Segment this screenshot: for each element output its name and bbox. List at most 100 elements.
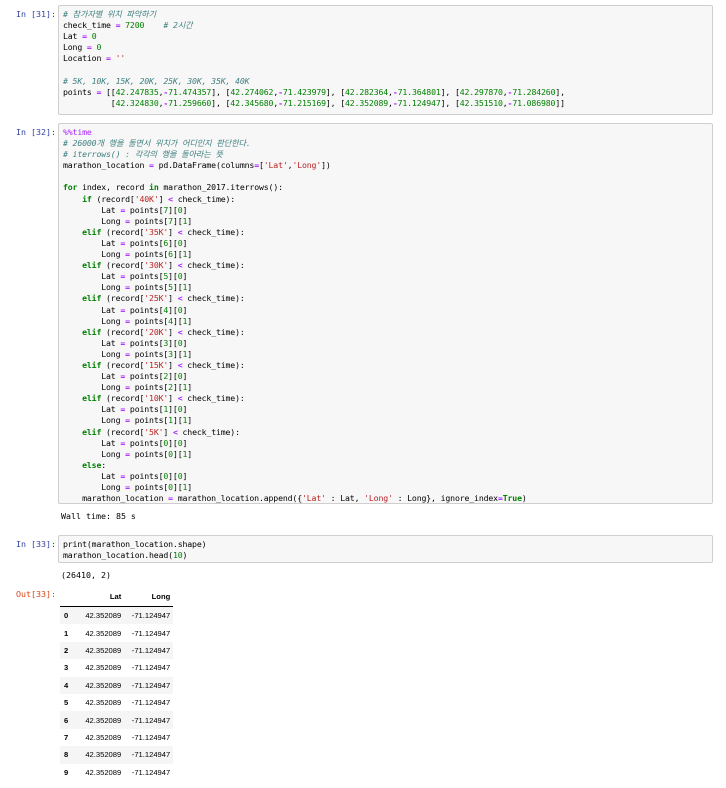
table-row: 6 42.352089 -71.124947 [60,711,174,729]
code-line[interactable]: Lat = points[3][0] [63,338,187,348]
table-row: 4 42.352089 -71.124947 [60,676,174,694]
code-line[interactable]: points = [[42.247835,-71.474357], [42.27… [63,87,565,97]
row-index: 1 [64,628,69,638]
code-line[interactable]: Long = points[1][1] [63,415,192,425]
code-line[interactable]: Lat = points[5][0] [63,271,187,281]
table-row: 3 42.352089 -71.124947 [60,659,173,676]
output-prompt: Out[33]: [16,589,56,599]
row-index: 3 [64,663,69,673]
row-index: 8 [64,750,69,760]
table-body: 0 42.352089 -71.124947 1 42.352089 -71.124947… [60,606,174,781]
column-header-long: Long [124,586,174,607]
cell-lat: 42.352089 [85,645,122,655]
code-line[interactable]: Location = '' [63,53,125,63]
cell-stdout: (26410, 2) [61,570,111,580]
code-line[interactable]: Long = points[0][1] [63,449,192,459]
code-line[interactable]: Lat = points[0][0] [63,438,187,448]
code-line[interactable]: %%time [63,127,92,137]
cell-lat: 42.352089 [85,715,122,725]
input-prompt: In [33]: [16,539,56,549]
dataframe-table: Lat Long 0 42.352089 -71.124947 1 42.352089-… [60,586,174,781]
table-row: 5 42.352089 -71.124947 [60,694,173,711]
cell-lat: 42.352089 [85,698,122,708]
code-line[interactable]: Lat = points[7][0] [63,205,187,215]
code-line[interactable]: elif (record['10K'] < check_time): [63,393,245,403]
code-editor[interactable]: %%time # 26000개 행을 돌면서 위치가 어디인지 판단한다. # … [58,123,713,504]
code-line[interactable]: marathon_location.head(10) [63,550,187,560]
cell-long: -71.124947 [131,611,171,621]
cell-long: -71.124947 [131,680,171,690]
input-prompt: In [32]: [16,127,56,137]
code-line[interactable]: Lat = points[4][0] [63,305,187,315]
cell-lat: 42.352089 [85,732,122,742]
code-line[interactable]: marathon_location = pd.DataFrame(columns… [63,160,331,170]
cell-long: -71.124947 [131,715,171,725]
code-line[interactable]: # iterrows() : 각각의 행을 돌아라는 뜻 [63,149,223,159]
table-row: 1 42.352089 -71.124947 [60,624,173,641]
table-row: 8 42.352089 -71.124947 [60,746,174,764]
code-line[interactable]: elif (record['15K'] < check_time): [63,360,245,370]
code-line[interactable]: Lat = points[0][0] [63,471,187,481]
index-header [60,586,73,607]
code-line[interactable]: # 참가자별 위치 파악하기 [63,9,156,19]
code-line[interactable]: check_time = 7200 # 2시간 [63,20,193,30]
code-line[interactable]: Long = points[4][1] [63,316,192,326]
cell-long: -71.124947 [131,698,171,708]
row-index: 0 [64,611,69,621]
code-line[interactable]: Lat = points[1][0] [63,404,187,414]
table-row: 2 42.352089 -71.124947 [60,641,174,660]
code-line[interactable]: [42.324830,-71.259660], [42.345680,-71.2… [63,98,565,108]
notebook: In [31]: # 참가자별 위치 파악하기 check_time = 720… [0,0,726,788]
code-line[interactable]: elif (record['20K'] < check_time): [63,327,245,337]
row-index: 9 [64,767,69,777]
row-index: 7 [64,732,69,742]
code-editor[interactable]: # 참가자별 위치 파악하기 check_time = 7200 # 2시간 L… [58,5,713,115]
code-line[interactable]: Long = points[5][1] [63,282,192,292]
code-line[interactable]: elif (record['35K'] < check_time): [63,227,245,237]
code-line[interactable]: Lat = 0 [63,31,97,41]
code-text[interactable]: # 참가자별 위치 파악하기 check_time = 7200 # 2시간 L… [63,9,708,109]
row-index: 6 [64,715,69,725]
table-header-row: Lat Long [60,586,174,607]
code-line[interactable]: elif (record['30K'] < check_time): [63,260,245,270]
code-line[interactable]: # 5K, 10K, 15K, 20K, 25K, 30K, 35K, 40K [63,76,250,86]
code-line[interactable]: print(marathon_location.shape) [63,539,207,549]
code-line[interactable]: elif (record['5K'] < check_time): [63,427,240,437]
cell-lat: 42.352089 [85,767,122,777]
cell-long: -71.124947 [131,628,171,638]
code-line[interactable]: elif (record['25K'] < check_time): [63,293,245,303]
code-editor[interactable]: print(marathon_location.shape) marathon_… [58,535,713,563]
code-line[interactable]: Lat = points[2][0] [63,371,187,381]
cell-long: -71.124947 [131,767,171,777]
table-row: 9 42.352089 -71.124947 [60,764,173,781]
cell-stdout: Wall time: 85 s [61,511,136,521]
code-line[interactable]: Long = 0 [63,42,101,52]
row-index: 2 [64,645,69,655]
code-line[interactable]: Long = points[0][1] [63,482,192,492]
column-header-lat: Lat [72,586,125,607]
row-index: 5 [64,698,69,708]
cell-lat: 42.352089 [85,663,122,673]
code-line[interactable]: if (record['40K'] < check_time): [63,194,235,204]
input-prompt: In [31]: [16,9,56,19]
code-line[interactable]: Lat = points[6][0] [63,238,187,248]
cell-lat: 42.352089 [85,680,122,690]
code-line[interactable]: Long = points[3][1] [63,349,192,359]
table-row: 0 42.352089 -71.124947 [60,606,174,625]
code-line[interactable]: marathon_location = marathon_location.ap… [63,493,527,503]
cell-long: -71.124947 [131,663,171,673]
code-line[interactable]: for index, record in marathon_2017.iterr… [63,182,283,192]
code-text[interactable]: %%time # 26000개 행을 돌면서 위치가 어디인지 판단한다. # … [63,127,708,504]
code-line[interactable]: Long = points[6][1] [63,249,192,259]
code-line[interactable]: Long = points[7][1] [63,216,192,226]
row-index: 4 [64,680,69,690]
code-line[interactable]: Long = points[2][1] [63,382,192,392]
cell-lat: 42.352089 [85,611,122,621]
cell-long: -71.124947 [131,732,171,742]
code-text[interactable]: print(marathon_location.shape) marathon_… [63,539,708,561]
code-line[interactable]: else: [63,460,106,470]
cell-lat: 42.352089 [85,750,122,760]
code-line[interactable]: # 26000개 행을 돌면서 위치가 어디인지 판단한다. [63,138,251,148]
table-row: 7 42.352089 -71.124947 [60,729,173,746]
cell-long: -71.124947 [131,750,171,760]
